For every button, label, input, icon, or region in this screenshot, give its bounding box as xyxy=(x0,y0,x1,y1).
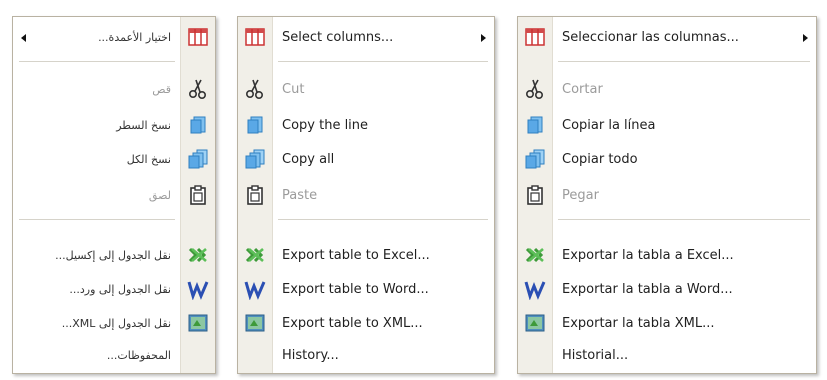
menu-item-label: نسخ السطر xyxy=(116,118,171,132)
menu-item-label: المحفوظات... xyxy=(106,348,171,362)
clipboard-icon xyxy=(187,184,209,206)
clipboard-icon xyxy=(524,184,546,206)
scissors-icon xyxy=(244,78,266,100)
menu-item-export-xml[interactable]: نقل الجدول إلى XML... xyxy=(13,307,215,339)
menu-item-paste[interactable]: Pegar xyxy=(518,179,816,211)
separator xyxy=(19,219,175,220)
menu-item-label: Copy the line xyxy=(282,117,369,133)
separator xyxy=(278,61,488,62)
columns-icon xyxy=(187,26,209,48)
context-menu-spanish: Seleccionar las columnas... Cortar Copia… xyxy=(517,16,817,374)
menu-item-export-excel[interactable]: Export table to Excel... xyxy=(238,239,494,271)
menu-item-copy-all[interactable]: نسخ الكل xyxy=(13,143,215,175)
columns-icon xyxy=(244,26,266,48)
copy-line-icon xyxy=(244,114,266,136)
copy-all-icon xyxy=(187,148,209,170)
menu-item-label: Exportar la tabla a Word... xyxy=(562,281,733,297)
menu-item-select-columns[interactable]: اختيار الأعمدة... xyxy=(13,21,215,53)
separator xyxy=(558,61,810,62)
submenu-arrow-icon xyxy=(803,34,808,42)
copy-all-icon xyxy=(524,148,546,170)
word-icon xyxy=(187,278,209,300)
menu-item-export-excel[interactable]: نقل الجدول إلى إكسيل... xyxy=(13,239,215,271)
menu-item-paste[interactable]: لصق xyxy=(13,179,215,211)
menu-item-label: Cortar xyxy=(562,81,603,97)
menu-item-label: Exportar la tabla XML... xyxy=(562,315,715,331)
menu-item-label: قص xyxy=(152,82,171,96)
menu-item-label: Copiar la línea xyxy=(562,117,656,133)
menu-item-export-word[interactable]: Exportar la tabla a Word... xyxy=(518,273,816,305)
submenu-arrow-icon xyxy=(21,34,26,42)
submenu-arrow-icon xyxy=(481,34,486,42)
menu-item-cut[interactable]: Cortar xyxy=(518,73,816,105)
menu-item-label: Cut xyxy=(282,81,305,97)
excel-icon xyxy=(187,244,209,266)
copy-line-icon xyxy=(524,114,546,136)
menu-item-export-excel[interactable]: Exportar la tabla a Excel... xyxy=(518,239,816,271)
menu-item-select-columns[interactable]: Select columns... xyxy=(238,21,494,53)
menu-item-label: Pegar xyxy=(562,187,599,203)
separator xyxy=(558,219,810,220)
menu-item-copy-line[interactable]: Copiar la línea xyxy=(518,109,816,141)
context-menu-english: Select columns... Cut Copy the line Copy… xyxy=(237,16,495,374)
menu-item-copy-all[interactable]: Copy all xyxy=(238,143,494,175)
xml-icon xyxy=(187,312,209,334)
scissors-icon xyxy=(187,78,209,100)
excel-icon xyxy=(244,244,266,266)
menu-item-cut[interactable]: Cut xyxy=(238,73,494,105)
menu-item-label: لصق xyxy=(148,188,171,202)
xml-icon xyxy=(524,312,546,334)
menu-item-export-xml[interactable]: Exportar la tabla XML... xyxy=(518,307,816,339)
word-icon xyxy=(524,278,546,300)
menu-item-label: نقل الجدول إلى ورد... xyxy=(69,282,171,296)
separator xyxy=(278,219,488,220)
context-menu-arabic: اختيار الأعمدة... قص نسخ السطر نسخ الكل … xyxy=(12,16,216,374)
menu-item-label: History... xyxy=(282,347,339,363)
menu-item-label: Select columns... xyxy=(282,29,394,45)
copy-line-icon xyxy=(187,114,209,136)
menu-item-history[interactable]: المحفوظات... xyxy=(13,339,215,371)
menu-item-label: Export table to Excel... xyxy=(282,247,430,263)
menu-item-copy-line[interactable]: Copy the line xyxy=(238,109,494,141)
clipboard-icon xyxy=(244,184,266,206)
menu-item-label: Copy all xyxy=(282,151,335,167)
menu-item-label: Historial... xyxy=(562,347,629,363)
menu-item-label: Export table to XML... xyxy=(282,315,423,331)
menu-item-label: نقل الجدول إلى XML... xyxy=(61,316,171,330)
columns-icon xyxy=(524,26,546,48)
menu-item-export-word[interactable]: Export table to Word... xyxy=(238,273,494,305)
menu-item-history[interactable]: Historial... xyxy=(518,339,816,371)
menu-item-export-xml[interactable]: Export table to XML... xyxy=(238,307,494,339)
menu-item-label: Copiar todo xyxy=(562,151,638,167)
scissors-icon xyxy=(524,78,546,100)
menu-item-label: نسخ الكل xyxy=(126,152,171,166)
separator xyxy=(19,61,175,62)
menu-item-cut[interactable]: قص xyxy=(13,73,215,105)
menu-item-label: Seleccionar las columnas... xyxy=(562,29,739,45)
menu-item-label: Paste xyxy=(282,187,318,203)
menu-item-label: Export table to Word... xyxy=(282,281,429,297)
menu-item-copy-line[interactable]: نسخ السطر xyxy=(13,109,215,141)
menu-item-history[interactable]: History... xyxy=(238,339,494,371)
menu-item-select-columns[interactable]: Seleccionar las columnas... xyxy=(518,21,816,53)
word-icon xyxy=(244,278,266,300)
menu-item-label: اختيار الأعمدة... xyxy=(98,30,171,44)
menu-item-paste[interactable]: Paste xyxy=(238,179,494,211)
menu-item-copy-all[interactable]: Copiar todo xyxy=(518,143,816,175)
menu-item-label: Exportar la tabla a Excel... xyxy=(562,247,734,263)
menu-item-label: نقل الجدول إلى إكسيل... xyxy=(55,248,171,262)
excel-icon xyxy=(524,244,546,266)
xml-icon xyxy=(244,312,266,334)
menu-item-export-word[interactable]: نقل الجدول إلى ورد... xyxy=(13,273,215,305)
copy-all-icon xyxy=(244,148,266,170)
